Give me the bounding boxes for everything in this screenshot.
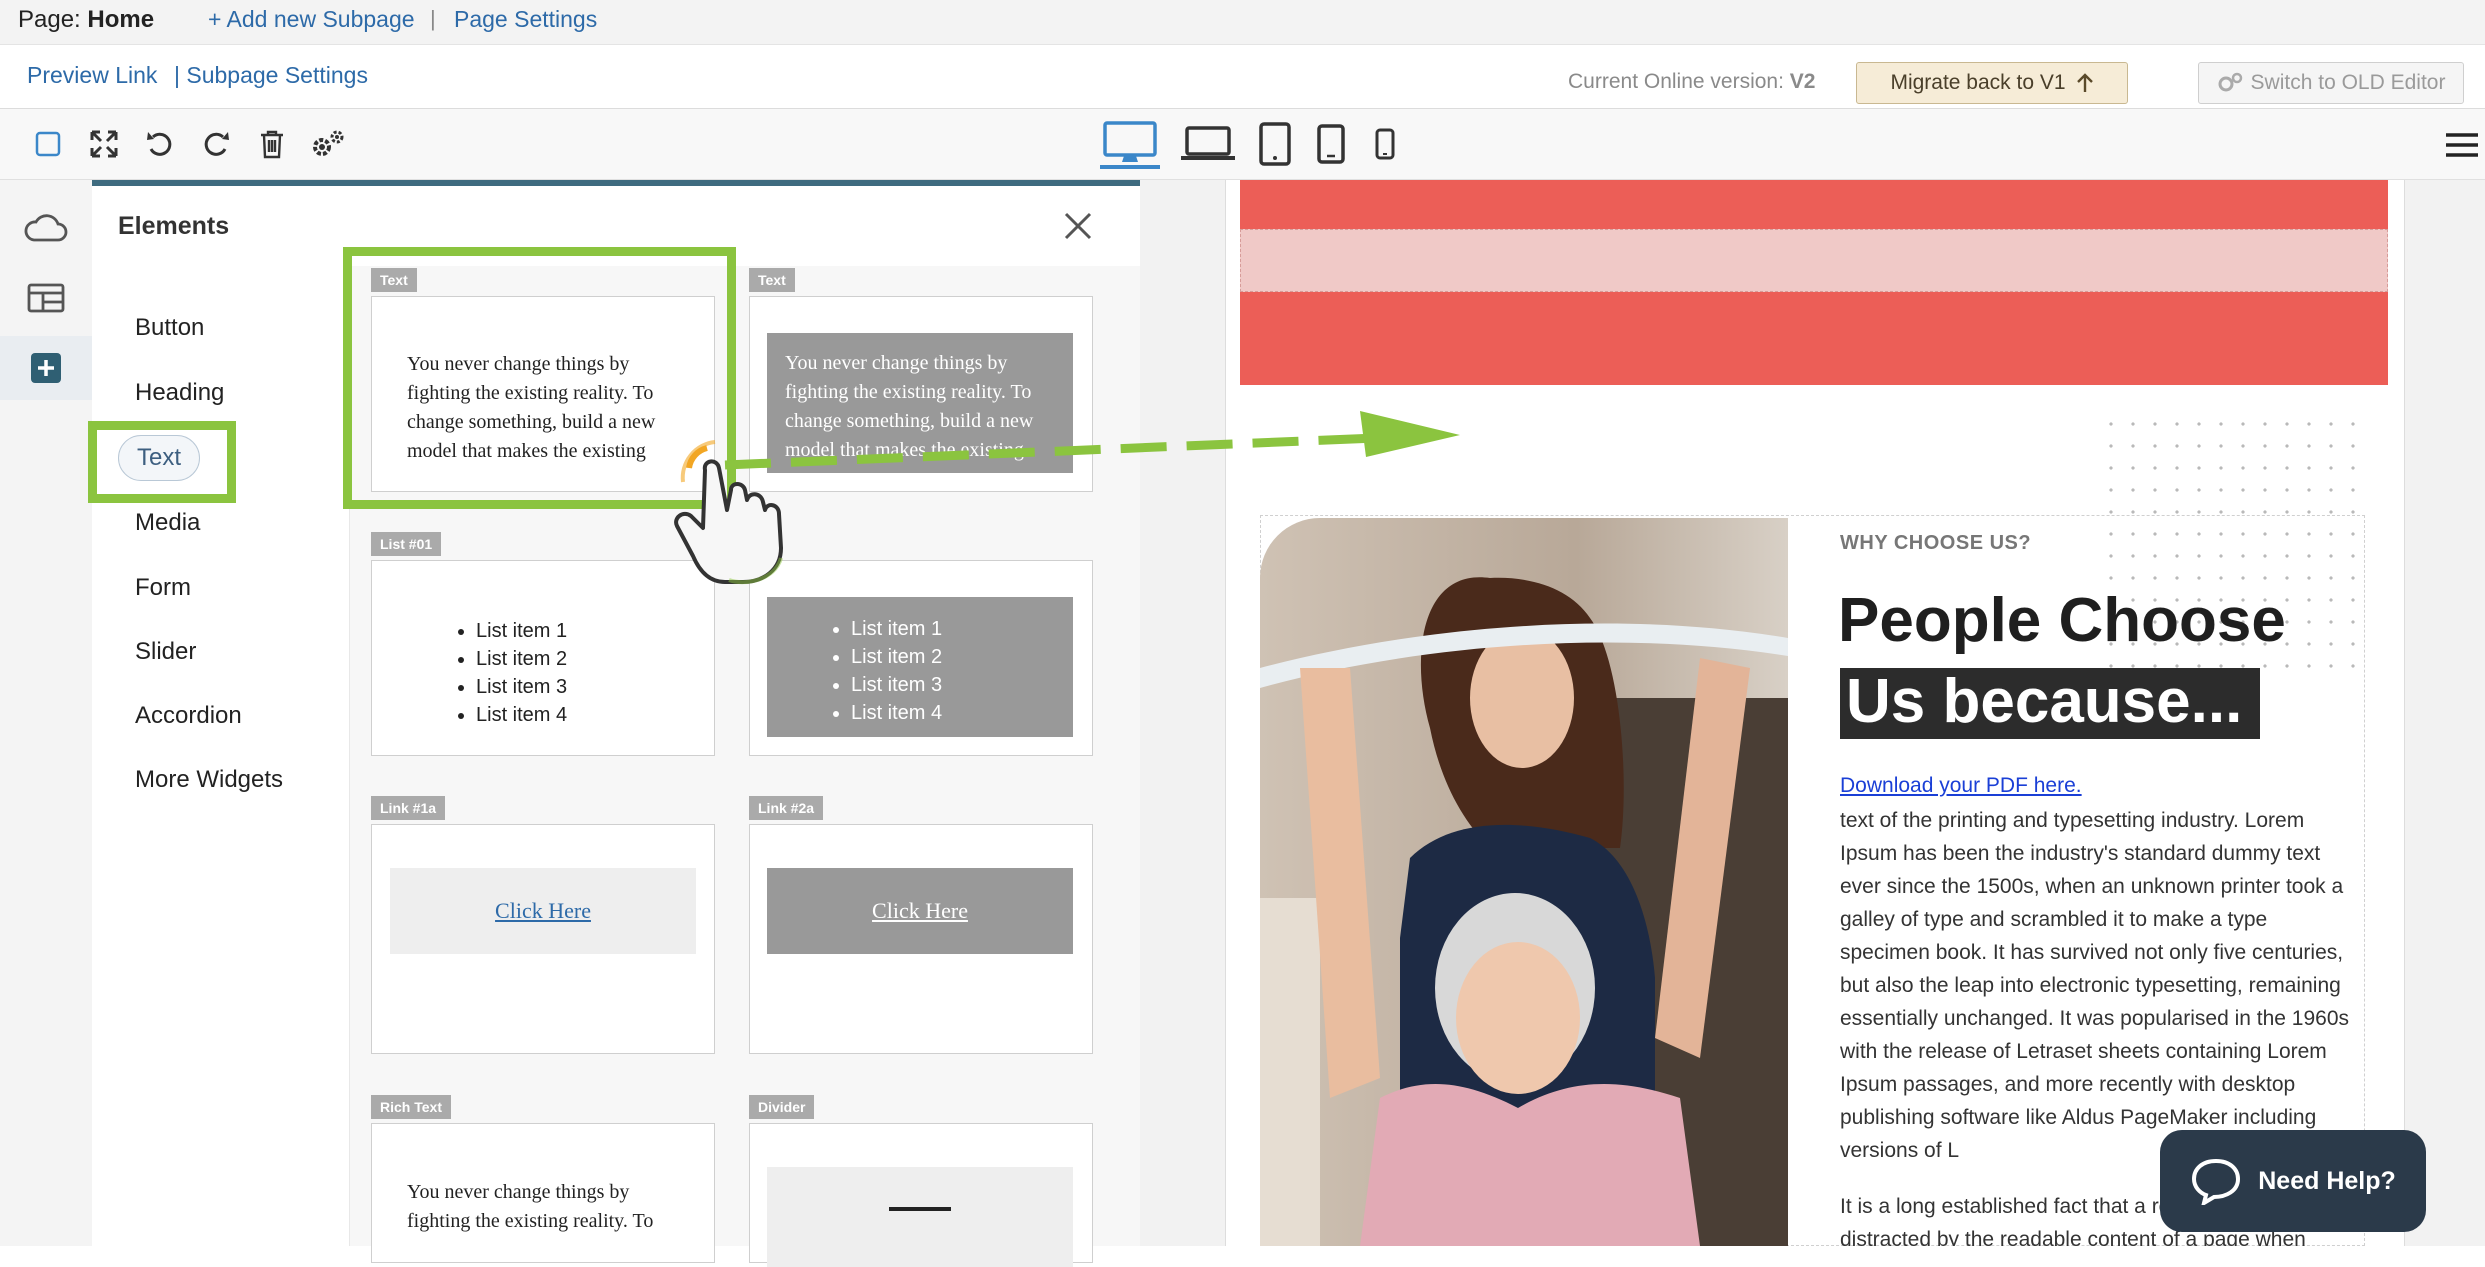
category-slider[interactable]: Slider [135, 638, 196, 666]
select-icon[interactable] [27, 123, 69, 165]
tablet-small-icon[interactable] [1306, 119, 1356, 169]
category-form[interactable]: Form [135, 574, 191, 602]
gears-icon [2218, 72, 2242, 92]
list-item: List item 3 [476, 673, 567, 701]
redo-icon[interactable] [195, 123, 237, 165]
card-list: List item 1 List item 2 List item 3 List… [829, 615, 942, 727]
switch-old-editor-button[interactable]: Switch to OLD Editor [2198, 62, 2464, 104]
layout-icon[interactable] [0, 266, 92, 330]
list-item: List item 4 [851, 699, 942, 727]
separator: | [430, 6, 436, 31]
card-list: List item 1 List item 2 List item 3 List… [454, 617, 567, 729]
rich-text-element-card[interactable]: You never change things by fighting the … [371, 1123, 715, 1263]
migrate-button[interactable]: Migrate back to V1 [1856, 62, 2128, 104]
card-tag: Link #1a [371, 796, 446, 820]
editor-toolbar [0, 109, 2485, 180]
section-heading-line1: People Choose [1838, 586, 2286, 655]
download-pdf-link[interactable]: Download your PDF here. [1840, 774, 2082, 798]
category-media[interactable]: Media [135, 509, 200, 537]
card-grey-box [767, 1167, 1073, 1267]
undo-icon[interactable] [139, 123, 181, 165]
card-tag: Link #2a [749, 796, 824, 820]
chat-bubble-icon [2192, 1158, 2241, 1205]
cloud-icon[interactable] [0, 196, 92, 260]
list-item: List item 3 [851, 671, 942, 699]
list-item: List item 1 [851, 615, 942, 643]
card-tag: Text [749, 268, 795, 292]
migrate-label: Migrate back to V1 [1890, 71, 2066, 94]
card-tag: List #01 [371, 532, 442, 556]
phone-icon[interactable] [1360, 119, 1410, 169]
category-list [92, 266, 350, 1246]
trash-icon[interactable] [251, 123, 293, 165]
close-icon[interactable] [1062, 210, 1094, 242]
category-more-widgets[interactable]: More Widgets [135, 766, 283, 794]
arrow-up-icon [2076, 73, 2093, 92]
list-item: List item 1 [476, 617, 567, 645]
list-element-card[interactable]: List item 1 List item 2 List item 3 List… [371, 560, 715, 756]
card-tag: Divider [749, 1095, 815, 1119]
category-button[interactable]: Button [135, 314, 204, 342]
version-info: Current Online version: V2 [1568, 70, 1816, 93]
subpage-settings-link[interactable]: | Subpage Settings [174, 62, 368, 89]
card-grey-box: List item 1 List item 2 List item 3 List… [767, 597, 1073, 737]
fullscreen-icon[interactable] [83, 123, 125, 165]
page-settings-link[interactable]: Page Settings [454, 6, 597, 33]
switch-label: Switch to OLD Editor [2250, 71, 2446, 94]
category-accordion[interactable]: Accordion [135, 702, 242, 730]
need-help-button[interactable]: Need Help? [2160, 1130, 2426, 1232]
drop-zone[interactable] [1240, 229, 2388, 292]
preview-link[interactable]: Preview Link [27, 62, 157, 89]
sub-bar: Preview Link | Subpage Settings Current … [0, 45, 2485, 109]
link-element-card[interactable]: Click Here [371, 824, 715, 1054]
left-rail [0, 180, 93, 1246]
top-bar: Page: Home + Add new Subpage | Page Sett… [0, 0, 2485, 45]
category-heading[interactable]: Heading [135, 379, 224, 407]
hamburger-menu-icon[interactable] [2446, 132, 2478, 158]
hand-pointer-icon [674, 440, 783, 585]
list-item: List item 2 [476, 645, 567, 673]
card-tag: Rich Text [371, 1095, 451, 1119]
add-subpage-link[interactable]: + Add new Subpage [208, 6, 415, 33]
desktop-icon[interactable] [1100, 119, 1160, 169]
need-help-label: Need Help? [2258, 1166, 2396, 1195]
list-item: List item 4 [476, 701, 567, 729]
category-text[interactable]: Text [118, 435, 200, 481]
body-paragraph: text of the printing and typesetting ind… [1840, 809, 2350, 1162]
link-dark-element-card[interactable]: Click Here [749, 824, 1093, 1054]
hero-photo[interactable] [1260, 518, 1788, 1246]
card-link: Click Here [390, 868, 696, 954]
divider-element-card[interactable] [749, 1123, 1093, 1267]
section-heading-line2: Us because... [1846, 667, 2243, 736]
page-title: Page: Home [18, 6, 155, 33]
section-eyebrow: WHY CHOOSE US? [1840, 532, 2032, 554]
gears-icon[interactable] [307, 123, 349, 165]
add-icon[interactable] [0, 336, 92, 400]
tablet-icon[interactable] [1250, 119, 1300, 169]
laptop-icon[interactable] [1178, 119, 1238, 169]
divider-line [889, 1207, 951, 1211]
card-text: You never change things by fighting the … [407, 1181, 654, 1232]
panel-title: Elements [118, 212, 230, 240]
card-link: Click Here [767, 868, 1073, 954]
list-item: List item 2 [851, 643, 942, 671]
